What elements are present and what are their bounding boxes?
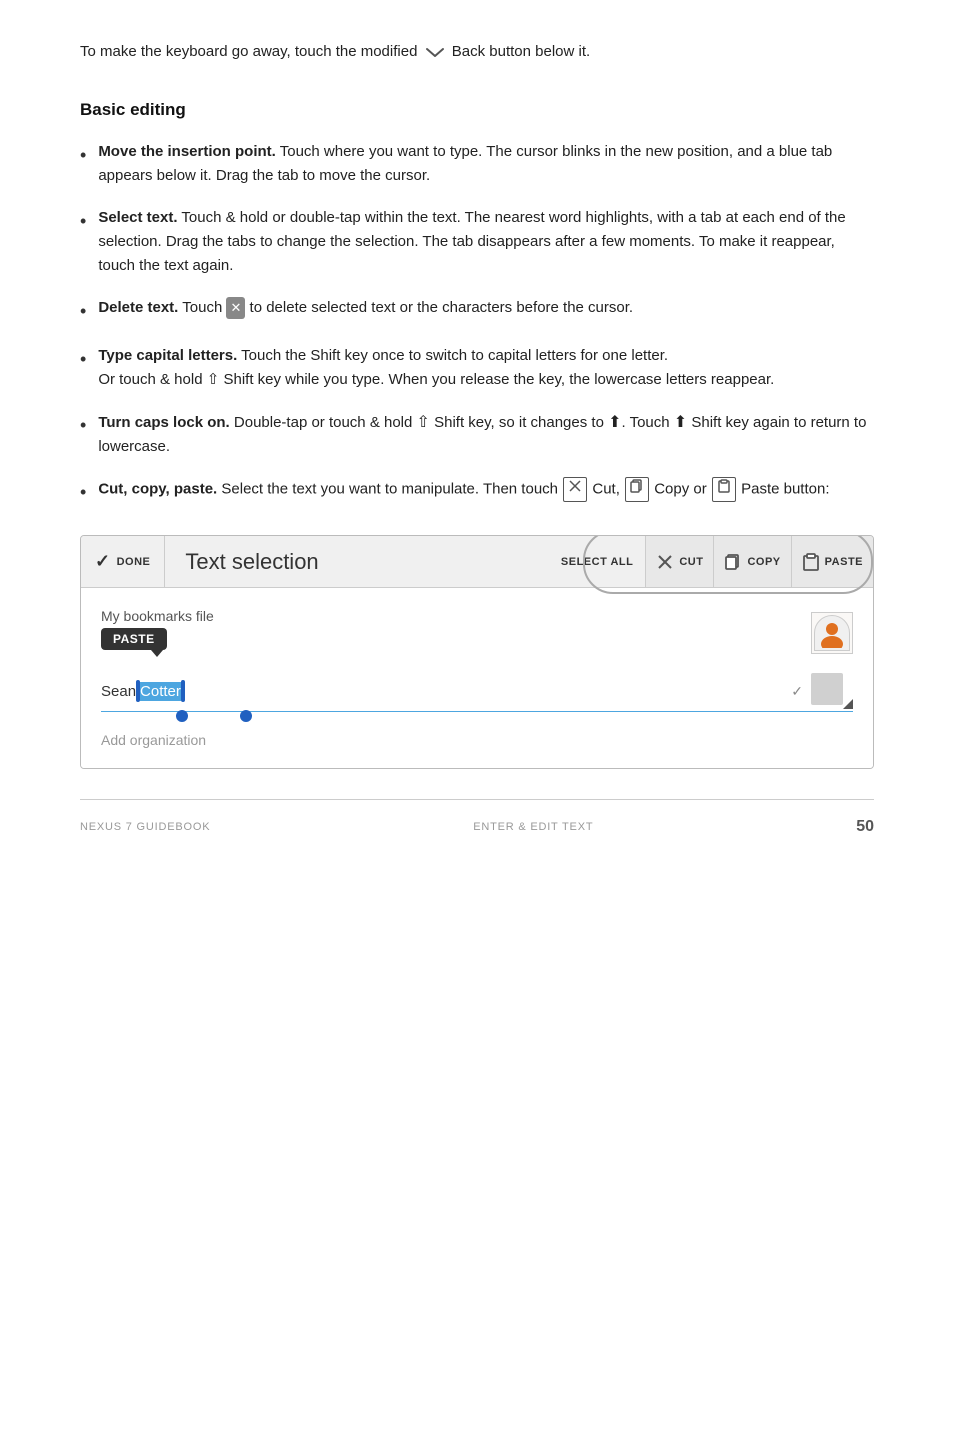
intro-text2: Back button below it.: [452, 43, 590, 60]
bullet-rest2-caps: Shift key, so it changes to: [434, 414, 604, 431]
paste-container: PASTE: [101, 628, 214, 657]
file-text: My bookmarks file: [101, 608, 214, 624]
bullet-rest-capital: Touch the Shift key once to switch to ca…: [237, 347, 668, 364]
footer-book-title: NEXUS 7 GUIDEBOOK: [80, 821, 210, 833]
check-icon: ✓: [95, 551, 111, 572]
bullet-rest-cut: Select the text you want to manipulate. …: [217, 481, 558, 498]
cut-label: CUT: [679, 556, 703, 568]
gray-box: [811, 673, 853, 709]
bullet-content-select: Select text. Touch & hold or double-tap …: [98, 206, 874, 278]
bullet-bold-cut: Cut, copy, paste.: [98, 481, 217, 498]
arrow-up-solid-icon: ⬆: [608, 410, 621, 436]
content-area: My bookmarks file PASTE: [81, 588, 873, 768]
dropdown-check-icon: ✓: [791, 683, 803, 700]
bullet-dot-move: •: [80, 141, 86, 170]
footer: NEXUS 7 GUIDEBOOK ENTER & EDIT TEXT 50: [80, 818, 874, 836]
name-selected: Cotter: [140, 682, 181, 701]
toolbar-text-selection: Text selection: [165, 536, 549, 587]
bullet-list: • Move the insertion point. Touch where …: [80, 140, 874, 507]
list-item-move: • Move the insertion point. Touch where …: [80, 140, 874, 188]
copy-icon: [724, 553, 742, 571]
shift-icon-capital: ⇧: [207, 368, 220, 392]
bullet-bold-delete: Delete text.: [98, 299, 178, 316]
bullet-dot-cut: •: [80, 478, 86, 507]
bullet-bold-move: Move the insertion point.: [98, 143, 276, 160]
bullet-rest3-caps: . Touch: [622, 414, 670, 431]
bullet-rest-select: Touch & hold or double-tap within the te…: [98, 209, 845, 274]
bullet-dot-capital: •: [80, 345, 86, 374]
avatar-box-inner: [811, 612, 853, 654]
intro-text: To make the keyboard go away, touch the …: [80, 43, 417, 60]
paste-icon: [802, 553, 820, 571]
toolbar-paste[interactable]: PASTE: [792, 536, 873, 587]
paste-label-inline: Paste button:: [741, 481, 829, 498]
delete-icon: ✕: [226, 297, 245, 320]
back-icon: [424, 40, 446, 64]
bullet-bold-select: Select text.: [98, 209, 177, 226]
section-title: Basic editing: [80, 100, 874, 120]
footer-divider: [80, 799, 874, 800]
footer-chapter-title: ENTER & EDIT TEXT: [473, 821, 593, 833]
bullet-content-capital: Type capital letters. Touch the Shift ke…: [98, 344, 874, 392]
toolbar-bar: ✓ DONE Text selection SELECT ALL CUT: [81, 536, 873, 588]
content-top-row: My bookmarks file PASTE: [101, 608, 853, 657]
bullet-dot-delete: •: [80, 297, 86, 326]
add-org-text[interactable]: Add organization: [101, 732, 853, 748]
list-item-delete: • Delete text. Touch ✕ to delete selecte…: [80, 296, 874, 326]
toolbar-done[interactable]: ✓ DONE: [81, 536, 165, 587]
bullet-bold-caps: Turn caps lock on.: [98, 414, 229, 431]
paste-arrow: [151, 650, 163, 657]
list-item-cut: • Cut, copy, paste. Select the text you …: [80, 477, 874, 507]
bullet-dot-select: •: [80, 207, 86, 236]
shift-icon-caps: ⇧: [417, 410, 430, 436]
done-label: DONE: [117, 556, 151, 568]
toolbar-cut[interactable]: CUT: [646, 536, 714, 587]
list-item-select: • Select text. Touch & hold or double-ta…: [80, 206, 874, 278]
bullet-rest2b-capital: Shift key while you type. When you relea…: [223, 371, 774, 388]
paste-label: PASTE: [825, 556, 863, 568]
cut-label-inline: Cut,: [592, 481, 620, 498]
content-left: My bookmarks file PASTE: [101, 608, 214, 657]
bullet-rest2-capital: Or touch & hold: [98, 371, 202, 388]
paste-icon-inline: [712, 477, 736, 502]
arrow-up-solid2-icon: ⬆: [674, 410, 687, 436]
paste-bubble[interactable]: PASTE: [101, 628, 167, 650]
toolbar-select-all[interactable]: SELECT ALL: [549, 536, 646, 587]
avatar-box: [811, 612, 853, 654]
name-prefix: Sean: [101, 683, 136, 700]
bullet-content-cut: Cut, copy, paste. Select the text you wa…: [98, 477, 874, 502]
avatar-icon: [814, 615, 850, 651]
cursor-right: [181, 680, 185, 702]
toolbar-area: ✓ DONE Text selection SELECT ALL CUT: [80, 535, 874, 769]
intro-paragraph: To make the keyboard go away, touch the …: [80, 40, 874, 64]
bullet-content-caps: Turn caps lock on. Double-tap or touch &…: [98, 410, 874, 460]
text-selection-label: Text selection: [185, 549, 318, 575]
bullet-bold-capital: Type capital letters.: [98, 347, 237, 364]
bullet-content-move: Move the insertion point. Touch where yo…: [98, 140, 874, 188]
cursor-handle-left: [176, 710, 188, 722]
cursor-handle-right: [240, 710, 252, 722]
bullet-content-delete: Delete text. Touch ✕ to delete selected …: [98, 296, 874, 320]
name-section: Sean Cotter ✓ Add organization: [101, 673, 853, 748]
list-item-caps: • Turn caps lock on. Double-tap or touch…: [80, 410, 874, 460]
copy-label: COPY: [747, 556, 780, 568]
cut-icon: [656, 553, 674, 571]
bullet-dot-caps: •: [80, 411, 86, 440]
bullet-rest-caps: Double-tap or touch & hold: [230, 414, 413, 431]
cut-icon-inline: [563, 477, 587, 502]
file-row: My bookmarks file: [101, 608, 214, 624]
cursor-handles: [176, 710, 853, 722]
copy-icon-inline: [625, 477, 649, 502]
bullet-rest-after-delete: to delete selected text or the character…: [245, 299, 633, 316]
copy-label-inline: Copy or: [654, 481, 707, 498]
name-input-row: Sean Cotter ✓: [101, 673, 853, 712]
list-item-capital: • Type capital letters. Touch the Shift …: [80, 344, 874, 392]
footer-page-number: 50: [856, 818, 874, 836]
toolbar-copy[interactable]: COPY: [714, 536, 791, 587]
bullet-rest-before-delete: Touch: [178, 299, 226, 316]
select-all-label: SELECT ALL: [561, 556, 633, 568]
